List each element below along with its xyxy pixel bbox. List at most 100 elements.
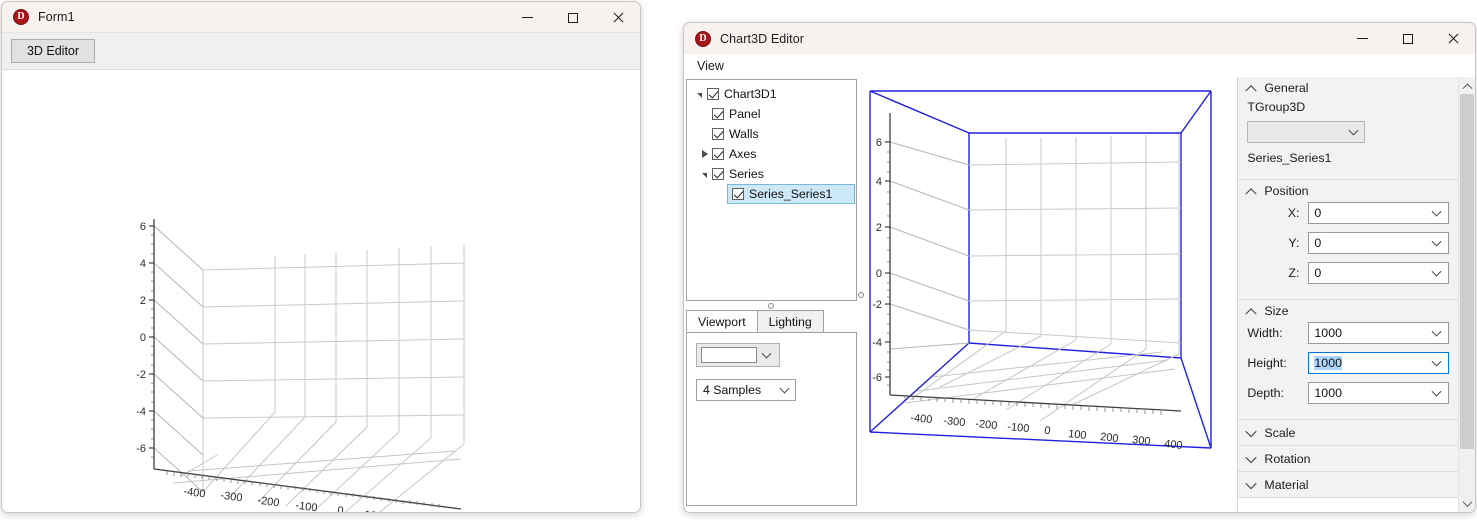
position-y-row: Y: 0 — [1247, 232, 1450, 254]
svg-text:2: 2 — [140, 295, 146, 307]
size-width-input[interactable]: 1000 — [1308, 322, 1450, 344]
splitter-handle-icon — [858, 291, 865, 298]
section-title: Scale — [1264, 425, 1296, 440]
editor-title: Chart3D Editor — [720, 31, 805, 46]
chevron-down-icon — [1431, 356, 1442, 367]
minimize-button[interactable] — [505, 2, 550, 33]
properties-scrollbar[interactable] — [1458, 77, 1475, 512]
svg-text:6: 6 — [876, 137, 882, 149]
size-depth-label: Depth: — [1247, 386, 1284, 400]
chevron-right-icon[interactable] — [697, 150, 712, 158]
section-size-body: Width: 1000 Height: 1000 Depth: 1000 — [1238, 322, 1459, 404]
object-treeview[interactable]: Chart3D1 Panel Walls Axes Series Series_… — [686, 79, 857, 301]
app-logo-icon: D — [695, 30, 711, 47]
chevron-up-icon — [1245, 85, 1258, 97]
svg-text:-100: -100 — [1007, 421, 1030, 435]
svg-text:-400: -400 — [910, 412, 933, 426]
chevron-up-icon — [1245, 188, 1258, 200]
open-3d-editor-button[interactable]: 3D Editor — [11, 39, 95, 63]
tree-node-series[interactable]: Series — [687, 164, 856, 184]
checkbox[interactable] — [712, 108, 724, 120]
tree-node-walls[interactable]: Walls — [687, 124, 856, 144]
svg-text:0: 0 — [337, 505, 345, 513]
checkbox[interactable] — [712, 128, 724, 140]
section-scale-header[interactable]: Scale — [1238, 420, 1458, 445]
chart3d-preview-editor: 6 4 2 0 -2 -4 -6 -400 -300 -200 -100 0 1… — [869, 90, 1213, 452]
section-material: Material — [1238, 472, 1459, 498]
size-height-label: Height: — [1247, 356, 1287, 370]
svg-text:-100: -100 — [295, 500, 318, 513]
checkbox[interactable] — [712, 168, 724, 180]
size-height-input[interactable]: 1000 — [1308, 352, 1450, 374]
tree-node-panel[interactable]: Panel — [687, 104, 856, 124]
tree-node-series-series1[interactable]: Series_Series1 — [727, 184, 855, 204]
tree-node-label: Series_Series1 — [749, 187, 833, 201]
position-z-row: Z: 0 — [1247, 262, 1450, 284]
menu-item-view[interactable]: View — [695, 57, 731, 75]
section-general-header[interactable]: General — [1238, 77, 1458, 99]
section-position: Position X: 0 Y: 0 Z: 0 — [1238, 180, 1459, 300]
form1-titlebar: D Form1 — [2, 2, 640, 33]
section-position-header[interactable]: Position — [1238, 180, 1458, 202]
size-depth-input[interactable]: 1000 — [1308, 382, 1450, 404]
chevron-down-icon — [1462, 497, 1472, 508]
properties-content: General TGroup3D Series_Series1 Position… — [1238, 77, 1459, 512]
size-width-label: Width: — [1247, 326, 1283, 340]
position-z-value: 0 — [1314, 266, 1322, 280]
section-size: Size Width: 1000 Height: 1000 Depth: 100… — [1238, 300, 1459, 420]
minimize-button[interactable] — [1340, 23, 1385, 54]
tab-viewport[interactable]: Viewport — [686, 310, 758, 332]
section-title: Position — [1264, 184, 1309, 198]
tree-node-axes[interactable]: Axes — [687, 144, 856, 164]
close-icon — [612, 12, 624, 24]
general-combo[interactable] — [1247, 121, 1366, 143]
section-size-header[interactable]: Size — [1238, 300, 1458, 322]
background-color-combo[interactable] — [696, 343, 780, 367]
scroll-down-button[interactable] — [1459, 495, 1475, 512]
position-x-input[interactable]: 0 — [1308, 202, 1450, 224]
object-type-label: TGroup3D — [1247, 100, 1306, 114]
chevron-down-icon — [1245, 451, 1258, 463]
vertical-splitter[interactable] — [857, 77, 866, 512]
chevron-down-icon[interactable] — [697, 172, 712, 178]
checkbox[interactable] — [732, 188, 744, 200]
position-z-input[interactable]: 0 — [1308, 262, 1450, 284]
size-depth-value: 1000 — [1314, 386, 1342, 400]
close-button[interactable] — [1430, 23, 1475, 54]
tree-node-chart3d1[interactable]: Chart3D1 — [687, 84, 856, 104]
svg-text:-4: -4 — [873, 337, 883, 349]
close-icon — [1447, 33, 1459, 45]
chevron-down-icon — [761, 348, 772, 359]
samples-combo[interactable]: 4 Samples — [696, 379, 796, 401]
chevron-up-icon — [1462, 83, 1472, 94]
position-x-value: 0 — [1314, 206, 1322, 220]
svg-text:0: 0 — [876, 268, 882, 280]
position-x-label: X: — [1287, 206, 1300, 220]
section-material-header[interactable]: Material — [1238, 472, 1458, 497]
checkbox[interactable] — [712, 148, 724, 160]
tab-lighting[interactable]: Lighting — [756, 310, 824, 332]
svg-text:0: 0 — [140, 332, 146, 344]
form1-toolstrip: 3D Editor — [2, 33, 640, 70]
position-y-input[interactable]: 0 — [1308, 232, 1450, 254]
section-rotation-header[interactable]: Rotation — [1238, 446, 1458, 471]
maximize-button[interactable] — [1385, 23, 1430, 54]
position-y-value: 0 — [1314, 236, 1322, 250]
checkbox[interactable] — [707, 88, 719, 100]
form1-chart-canvas[interactable]: 6 4 2 0 -2 -4 -6 -400 -300 -200 -100 0 1… — [2, 71, 640, 512]
svg-text:100: 100 — [364, 509, 384, 513]
svg-text:100: 100 — [1068, 428, 1088, 442]
size-depth-row: Depth: 1000 — [1247, 382, 1450, 404]
scroll-up-button[interactable] — [1459, 77, 1475, 94]
section-title: General — [1264, 81, 1309, 95]
editor-chart-viewport[interactable]: 6 4 2 0 -2 -4 -6 -400 -300 -200 -100 0 1… — [865, 77, 1238, 512]
scrollbar-thumb[interactable] — [1460, 94, 1475, 449]
chevron-down-icon — [1431, 206, 1442, 217]
svg-text:200: 200 — [1100, 431, 1120, 445]
close-button[interactable] — [595, 2, 640, 33]
chevron-down-icon[interactable] — [692, 92, 707, 98]
maximize-button[interactable] — [550, 2, 595, 33]
screenshot-stage: D Form1 3D Editor 6 4 2 0 -2 -4 -6 -400 … — [0, 0, 1477, 524]
svg-text:4: 4 — [140, 258, 146, 270]
horizontal-splitter[interactable] — [686, 301, 857, 310]
